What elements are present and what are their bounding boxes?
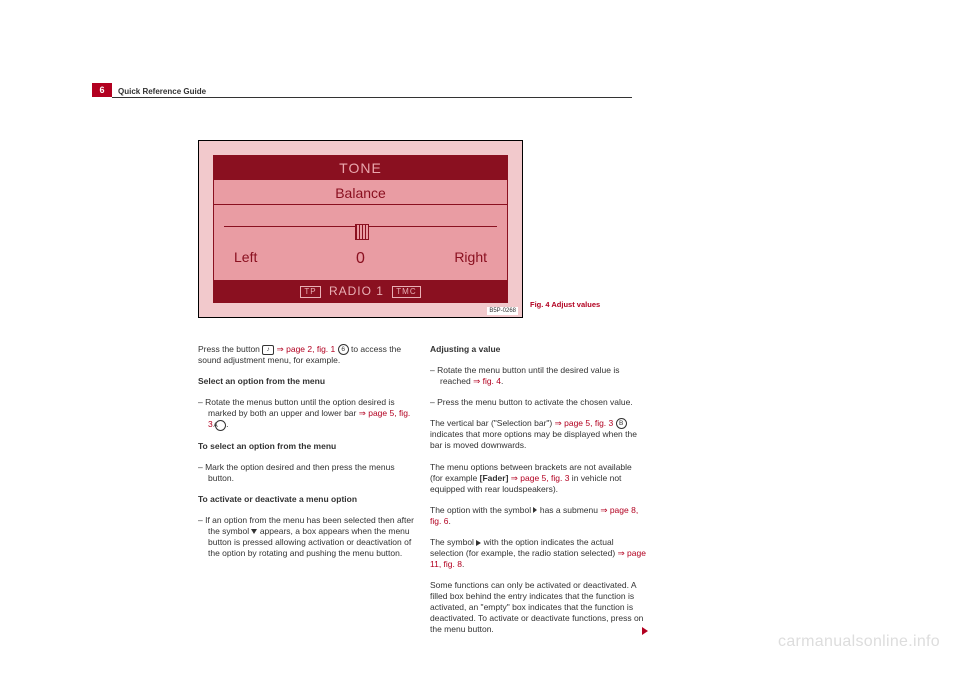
circled-6-icon: 6	[338, 344, 349, 355]
right-label: Right	[454, 248, 487, 268]
figure-caption: Fig. 4 Adjust values	[530, 300, 600, 311]
left-column: Press the button ♪ ⇒ page 2, fig. 1 6 to…	[198, 344, 414, 569]
circled-a-icon: A	[215, 420, 226, 431]
tmc-badge: TMC	[392, 286, 420, 298]
right-li1: Rotate the menu button until the desired…	[430, 365, 646, 387]
radio-source: RADIO 1	[329, 284, 384, 298]
right-h1: Adjusting a value	[430, 344, 646, 355]
left-h1: Select an option from the menu	[198, 376, 414, 387]
page-number-tab: 6	[92, 83, 112, 97]
header-title: Quick Reference Guide	[118, 86, 206, 97]
left-h2: To select an option from the menu	[198, 441, 414, 452]
right-p5: Some functions can only be activated or …	[430, 580, 646, 635]
circled-b-icon: B	[616, 418, 627, 429]
right-p2: The menu options between brackets are no…	[430, 462, 646, 495]
left-p1: Press the button ♪ ⇒ page 2, fig. 1 6 to…	[198, 344, 414, 366]
watermark: carmanualsonline.info	[778, 631, 940, 653]
right-li2: Press the menu button to activate the ch…	[430, 397, 646, 408]
header-rule	[112, 97, 632, 98]
left-li1: Rotate the menus button until the option…	[198, 397, 414, 430]
radio-screen: TONE Balance Left 0 Right TP RADIO 1 TMC	[213, 155, 508, 303]
radio-bottom-bar: TP RADIO 1 TMC	[214, 280, 507, 302]
figure-radio-ui: TONE Balance Left 0 Right TP RADIO 1 TMC…	[198, 140, 523, 318]
right-p4: The symbol with the option indicates the…	[430, 537, 646, 570]
right-p3: The option with the symbol has a submenu…	[430, 505, 646, 527]
continue-arrow-icon	[642, 627, 648, 635]
page: 6 Quick Reference Guide TONE Balance Lef…	[0, 0, 960, 678]
frame-code: B5P-0268	[487, 307, 518, 315]
slider-thumb	[355, 224, 369, 240]
left-li2: Mark the option desired and then press t…	[198, 462, 414, 484]
tone-label: TONE	[214, 156, 507, 180]
left-h3: To activate or deactivate a menu option	[198, 494, 414, 505]
balance-label: Balance	[214, 184, 507, 204]
balance-divider	[214, 204, 507, 205]
right-column: Adjusting a value Rotate the menu button…	[430, 344, 646, 645]
music-button-icon: ♪	[262, 345, 274, 355]
left-li3: If an option from the menu has been sele…	[198, 515, 414, 559]
right-p1: The vertical bar ("Selection bar") ⇒ pag…	[430, 418, 646, 451]
tp-badge: TP	[300, 286, 320, 298]
